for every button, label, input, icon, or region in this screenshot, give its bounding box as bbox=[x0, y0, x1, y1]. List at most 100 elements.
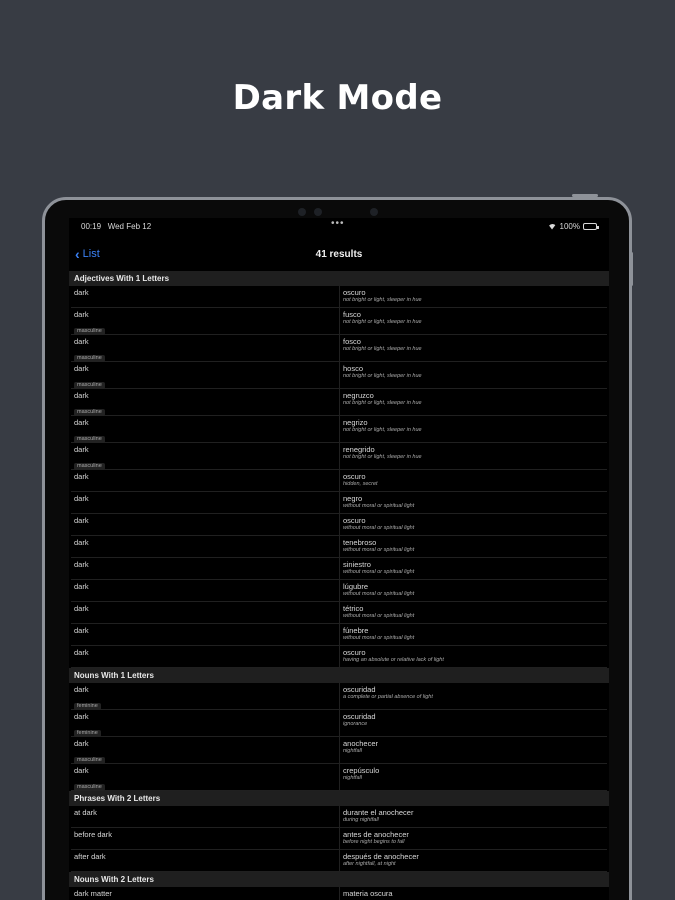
english-cell: at dark bbox=[71, 806, 339, 827]
definition-text: not bright or light, sleeper in hue bbox=[343, 454, 422, 460]
table-row[interactable]: dark masculine fusco not bright or light, … bbox=[71, 308, 607, 335]
table-row[interactable]: dark tétrico without moral or spiritual l… bbox=[71, 602, 607, 624]
english-cell: dark feminine bbox=[71, 683, 339, 710]
table-row[interactable]: before dark antes de anochecer before nig… bbox=[71, 828, 607, 850]
table-row[interactable]: dark masculine negruzco not bright or ligh… bbox=[71, 389, 607, 416]
gender-tag: masculine bbox=[74, 784, 105, 791]
spanish-term: fúnebre bbox=[343, 626, 369, 635]
table-row[interactable]: dark masculine hosco not bright or light, … bbox=[71, 362, 607, 389]
english-term: dark bbox=[74, 364, 89, 373]
table-row[interactable]: dark feminine oscuridad a complete or part… bbox=[71, 683, 607, 710]
spanish-term: crepúsculo bbox=[343, 766, 380, 775]
gender-tag: masculine bbox=[74, 382, 105, 389]
table-row[interactable]: dark tenebroso without moral or spiritual… bbox=[71, 536, 607, 558]
status-bar: 00:19 Wed Feb 12 ••• 100% bbox=[69, 218, 609, 236]
navigation-bar: ‹ List 41 results bbox=[69, 246, 609, 266]
english-cell: dark masculine bbox=[71, 308, 339, 335]
spanish-cell: materia oscura bbox=[339, 887, 607, 900]
definition-text: without moral or spiritual light bbox=[343, 525, 415, 531]
definition-text: without moral or spiritual light bbox=[343, 547, 415, 553]
spanish-term: anochecer bbox=[343, 739, 379, 748]
wifi-icon bbox=[547, 223, 557, 230]
table-row[interactable]: dark negro without moral or spiritual lig… bbox=[71, 492, 607, 514]
gender-tag: masculine bbox=[74, 757, 105, 764]
english-term: dark bbox=[74, 288, 89, 297]
spanish-term: oscuro bbox=[343, 472, 366, 481]
spanish-cell: oscuridad a complete or partial absence o… bbox=[339, 683, 607, 709]
spanish-term: hosco bbox=[343, 364, 364, 373]
english-cell: dark bbox=[71, 470, 339, 491]
table-row[interactable]: at dark durante el anochecer during night… bbox=[71, 806, 607, 828]
english-term: dark bbox=[74, 648, 89, 657]
english-cell: dark bbox=[71, 514, 339, 535]
english-term: dark bbox=[74, 712, 89, 721]
spanish-cell: oscuro hidden, secret bbox=[339, 470, 607, 491]
english-cell: dark masculine bbox=[71, 362, 339, 389]
table-row[interactable]: dark feminine oscuridad ignorance bbox=[71, 710, 607, 737]
spanish-term: tétrico bbox=[343, 604, 364, 613]
spanish-cell: después de anochecer after nightfall, at … bbox=[339, 850, 607, 871]
spanish-cell: crepúsculo nightfall bbox=[339, 764, 607, 790]
english-cell: dark masculine bbox=[71, 737, 339, 764]
table-row[interactable]: dark oscuro without moral or spiritual li… bbox=[71, 514, 607, 536]
english-cell: dark bbox=[71, 580, 339, 601]
table-row[interactable]: dark lúgubre without moral or spiritual l… bbox=[71, 580, 607, 602]
table-row[interactable]: dark fúnebre without moral or spiritual l… bbox=[71, 624, 607, 646]
definition-text: having an absolute or relative lack of l… bbox=[343, 657, 444, 663]
table-row[interactable]: dark masculine anochecer nightfall bbox=[71, 737, 607, 764]
english-term: dark bbox=[74, 739, 89, 748]
spanish-term: oscuro bbox=[343, 648, 366, 657]
definition-text: hidden, secret bbox=[343, 481, 378, 487]
table-row[interactable]: dark masculine negrizo not bright or light… bbox=[71, 416, 607, 443]
gender-tag: feminine bbox=[74, 703, 101, 710]
gender-tag: feminine bbox=[74, 730, 101, 737]
table-row[interactable]: dark oscuro having an absolute or relativ… bbox=[71, 646, 607, 668]
english-term: dark bbox=[74, 582, 89, 591]
english-cell: after dark bbox=[71, 850, 339, 871]
spanish-cell: hosco not bright or light, sleeper in hue bbox=[339, 362, 607, 388]
spanish-cell: siniestro without moral or spiritual ligh… bbox=[339, 558, 607, 579]
table-row[interactable]: dark siniestro without moral or spiritual… bbox=[71, 558, 607, 580]
spanish-term: negruzco bbox=[343, 391, 374, 400]
spanish-term: después de anochecer bbox=[343, 852, 419, 861]
spanish-cell: fusco not bright or light, sleeper in hue bbox=[339, 308, 607, 334]
gender-tag: masculine bbox=[74, 328, 105, 335]
table-row[interactable]: dark oscuro not bright or light, sleeper … bbox=[71, 286, 607, 308]
spanish-cell: negrizo not bright or light, sleeper in h… bbox=[339, 416, 607, 442]
definition-text: not bright or light, sleeper in hue bbox=[343, 297, 422, 303]
multitasking-dots-icon[interactable]: ••• bbox=[331, 218, 345, 229]
spanish-cell: oscuro without moral or spiritual light bbox=[339, 514, 607, 535]
tablet-frame: 00:19 Wed Feb 12 ••• 100% ‹ List 41 resu… bbox=[42, 197, 632, 900]
table-row[interactable]: dark masculine renegrido not bright or lig… bbox=[71, 443, 607, 470]
table-row[interactable]: after dark después de anochecer after nig… bbox=[71, 850, 607, 872]
definition-text: after nightfall, at night bbox=[343, 861, 396, 867]
table-row[interactable]: dark oscuro hidden, secret bbox=[71, 470, 607, 492]
table-row[interactable]: dark masculine crepúsculo nightfall bbox=[71, 764, 607, 791]
spanish-term: siniestro bbox=[343, 560, 371, 569]
spanish-term: materia oscura bbox=[343, 889, 393, 898]
table-row[interactable]: dark matter materia oscura bbox=[71, 887, 607, 900]
definition-text: without moral or spiritual light bbox=[343, 569, 415, 575]
spanish-cell: oscuro having an absolute or relative lac… bbox=[339, 646, 607, 667]
spanish-term: oscuridad bbox=[343, 712, 376, 721]
gender-tag: masculine bbox=[74, 463, 105, 470]
spanish-cell: fosco not bright or light, sleeper in hue bbox=[339, 335, 607, 361]
english-term: dark bbox=[74, 685, 89, 694]
english-term: dark bbox=[74, 494, 89, 503]
english-term: after dark bbox=[74, 852, 106, 861]
camera-dot bbox=[298, 208, 306, 216]
english-cell: dark bbox=[71, 624, 339, 645]
spanish-cell: oscuro not bright or light, sleeper in hu… bbox=[339, 286, 607, 307]
definition-text: nightfall bbox=[343, 775, 362, 781]
results-list[interactable]: Adjectives With 1 Letters dark oscuro not… bbox=[69, 271, 609, 900]
spanish-cell: oscuridad ignorance bbox=[339, 710, 607, 736]
spanish-cell: negruzco not bright or light, sleeper in … bbox=[339, 389, 607, 415]
spanish-cell: negro without moral or spiritual light bbox=[339, 492, 607, 513]
english-cell: dark bbox=[71, 558, 339, 579]
marketing-headline: Dark Mode bbox=[232, 78, 443, 118]
spanish-term: fosco bbox=[343, 337, 361, 346]
section-header: Phrases With 2 Letters bbox=[69, 791, 609, 806]
table-row[interactable]: dark masculine fosco not bright or light, … bbox=[71, 335, 607, 362]
definition-text: a complete or partial absence of light bbox=[343, 694, 433, 700]
camera-dot bbox=[370, 208, 378, 216]
